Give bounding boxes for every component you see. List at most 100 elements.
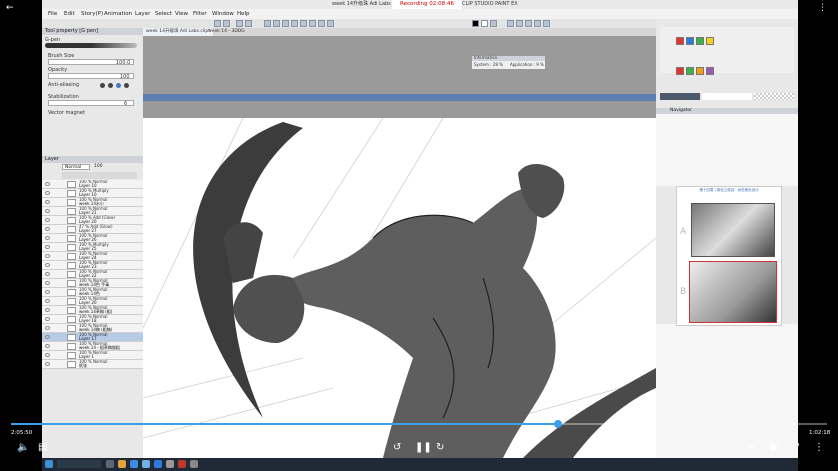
snap-icon[interactable] <box>327 20 334 27</box>
visibility-icon[interactable] <box>45 326 50 330</box>
layout-1-icon[interactable] <box>507 20 514 27</box>
canvas[interactable]: Information System : 28 % Application : … <box>143 36 656 458</box>
display-icon[interactable]: ▣ <box>769 443 778 453</box>
layer-row[interactable]: 100 % Normal 纸张 <box>42 359 143 369</box>
subtitle-icon[interactable]: ▤ <box>38 443 47 453</box>
progress-handle[interactable] <box>553 420 562 428</box>
document-tab-active[interactable]: week 14升级珠 Adi Labs.clip* <box>143 28 214 36</box>
visibility-icon[interactable] <box>45 317 50 321</box>
black-color-icon[interactable] <box>472 20 479 27</box>
menu-window[interactable]: Window <box>212 9 234 19</box>
fullscreen-icon[interactable]: ⤢ <box>791 443 799 453</box>
recorder-icon[interactable] <box>178 460 186 468</box>
more-top-icon[interactable]: ⋮ <box>818 3 827 13</box>
visibility-icon[interactable] <box>45 254 50 258</box>
layout-3-icon[interactable] <box>525 20 532 27</box>
layout-4-icon[interactable] <box>534 20 541 27</box>
redo-icon[interactable] <box>223 20 230 27</box>
visibility-icon[interactable] <box>45 299 50 303</box>
tool-swatch-green[interactable] <box>696 37 704 45</box>
layer-panel-tab[interactable]: Layer <box>42 156 143 163</box>
transform-icon[interactable] <box>245 20 252 27</box>
sub-color-bar[interactable] <box>702 93 752 100</box>
visibility-icon[interactable] <box>45 353 50 357</box>
ruler-icon[interactable] <box>318 20 325 27</box>
app-icon[interactable] <box>166 460 174 468</box>
menu-filter[interactable]: Filter <box>193 9 207 19</box>
visibility-icon[interactable] <box>45 245 50 249</box>
blend-mode-select[interactable]: Normal <box>62 164 90 170</box>
menu-story[interactable]: Story(P) <box>81 9 103 19</box>
menu-edit[interactable]: Edit <box>64 9 75 19</box>
visibility-icon[interactable] <box>45 200 50 204</box>
tool-swatch-blue[interactable] <box>686 37 694 45</box>
visibility-icon[interactable] <box>45 263 50 267</box>
color-swatch-green[interactable] <box>686 67 694 75</box>
explorer-icon[interactable] <box>118 460 126 468</box>
start-icon[interactable] <box>45 460 53 468</box>
layout-5-icon[interactable] <box>543 20 550 27</box>
tool-property-tab[interactable]: Tool property [G pen] <box>42 28 143 35</box>
visibility-icon[interactable] <box>45 362 50 366</box>
taskview-icon[interactable] <box>106 460 114 468</box>
antialias-strong-option[interactable] <box>124 83 129 88</box>
color-swatch-purple[interactable] <box>706 67 714 75</box>
menu-view[interactable]: View <box>175 9 188 19</box>
visibility-icon[interactable] <box>45 182 50 186</box>
fit-icon[interactable] <box>282 20 289 27</box>
reference-sheet[interactable]: 第十四周 | 角色之原创 · 动态角色设计 A B <box>676 186 782 326</box>
rewind-10-icon[interactable]: ↺ <box>393 443 401 453</box>
menu-file[interactable]: File <box>48 9 57 19</box>
antialias-none-option[interactable] <box>100 83 105 88</box>
menu-help[interactable]: Help <box>237 9 250 19</box>
browser-icon[interactable] <box>130 460 138 468</box>
tool-swatch-red[interactable] <box>676 37 684 45</box>
clip-studio-icon[interactable] <box>190 460 198 468</box>
visibility-icon[interactable] <box>45 335 50 339</box>
document-tab[interactable]: week 14 - 3DDG <box>205 28 248 36</box>
stabilization-slider[interactable] <box>48 100 134 106</box>
menu-layer[interactable]: Layer <box>135 9 150 19</box>
back-arrow-icon[interactable]: ← <box>6 3 14 13</box>
visibility-icon[interactable] <box>45 218 50 222</box>
pen-icon[interactable]: ✎ <box>747 443 755 453</box>
white-color-icon[interactable] <box>481 20 488 27</box>
canvas-band <box>143 94 656 101</box>
flip-icon[interactable] <box>300 20 307 27</box>
transparent-color-icon[interactable] <box>490 20 497 27</box>
grid-icon[interactable] <box>309 20 316 27</box>
info-application: Application : 9 % <box>510 62 544 67</box>
visibility-icon[interactable] <box>45 281 50 285</box>
antialias-weak-option[interactable] <box>108 83 113 88</box>
visibility-icon[interactable] <box>45 308 50 312</box>
menu-animation[interactable]: Animation <box>104 9 132 19</box>
visibility-icon[interactable] <box>45 227 50 231</box>
tool-swatch-yellow[interactable] <box>706 37 714 45</box>
volume-icon[interactable]: 🔈 <box>17 443 29 453</box>
rotate-icon[interactable] <box>291 20 298 27</box>
more-icon[interactable]: ⋮ <box>814 443 824 453</box>
layer-thumbnail <box>67 181 76 188</box>
color-swatch-orange[interactable] <box>696 67 704 75</box>
clear-icon[interactable] <box>236 20 243 27</box>
transparent-color-bar[interactable] <box>754 93 794 100</box>
visibility-icon[interactable] <box>45 209 50 213</box>
store-icon[interactable] <box>142 460 150 468</box>
visibility-icon[interactable] <box>45 290 50 294</box>
color-swatch-red[interactable] <box>676 67 684 75</box>
visibility-icon[interactable] <box>45 344 50 348</box>
forward-10-icon[interactable]: ↻ <box>436 443 444 453</box>
zoom-out-icon[interactable] <box>273 20 280 27</box>
antialias-medium-option[interactable] <box>116 83 121 88</box>
undo-icon[interactable] <box>214 20 221 27</box>
pause-icon[interactable]: ❚❚ <box>415 443 432 453</box>
layout-2-icon[interactable] <box>516 20 523 27</box>
search-box[interactable] <box>57 460 101 468</box>
visibility-icon[interactable] <box>45 191 50 195</box>
mail-icon[interactable] <box>154 460 162 468</box>
visibility-icon[interactable] <box>45 272 50 276</box>
menu-select[interactable]: Select <box>155 9 172 19</box>
visibility-icon[interactable] <box>45 236 50 240</box>
zoom-in-icon[interactable] <box>264 20 271 27</box>
main-color-bar[interactable] <box>660 93 700 100</box>
